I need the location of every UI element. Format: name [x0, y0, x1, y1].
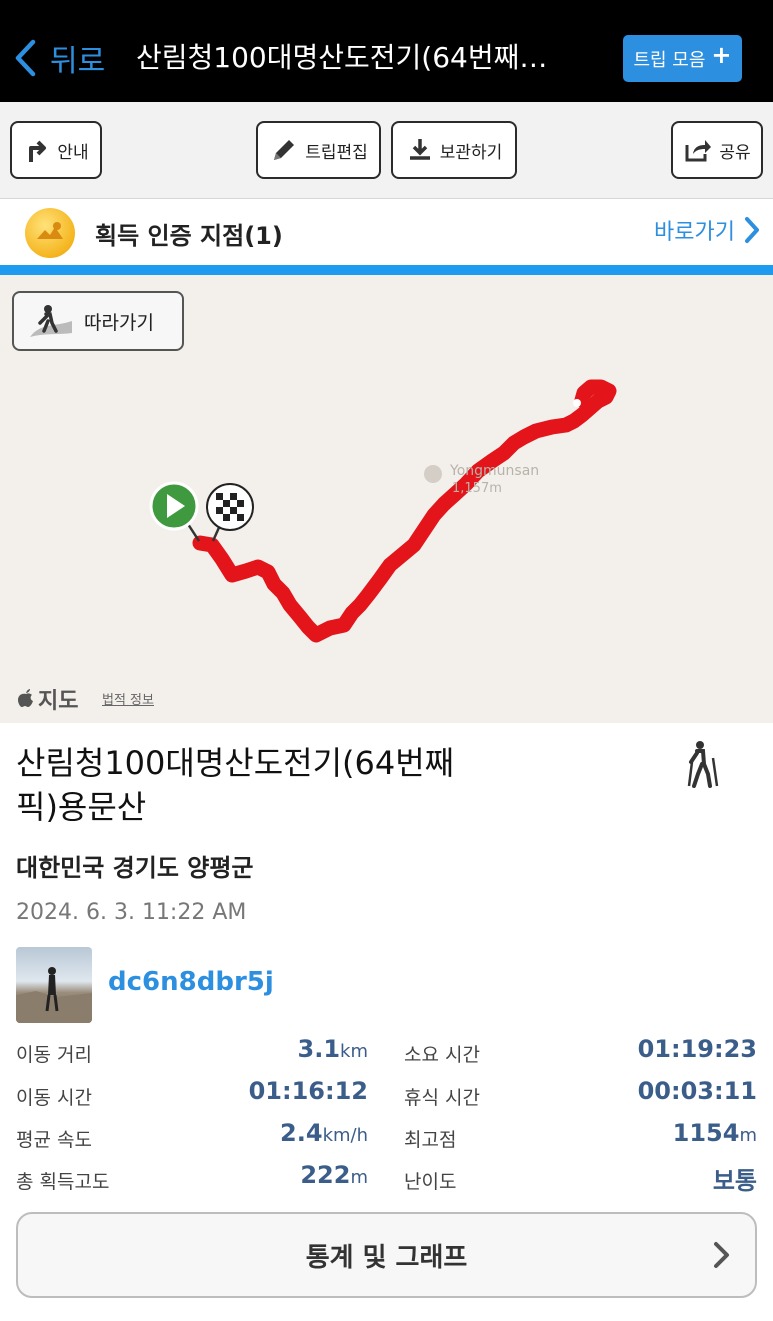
- distance-label: 이동 거리: [16, 1044, 92, 1066]
- elevation-gain-label: 총 획득고도: [16, 1171, 110, 1193]
- trip-collection-label: 트립 모음: [633, 49, 706, 71]
- finish-flag-pin-icon: [206, 483, 254, 542]
- guide-button[interactable]: 안내: [10, 121, 102, 179]
- max-altitude-number: 1154: [672, 1119, 740, 1147]
- back-button[interactable]: 뒤로: [14, 36, 105, 80]
- follow-label: 따라가기: [84, 311, 154, 334]
- chevron-right-icon: [714, 1242, 729, 1268]
- elevation-gain-unit: m: [350, 1167, 368, 1188]
- total-time-label: 소요 시간: [404, 1044, 480, 1066]
- action-toolbar: 안내 트립편집 보관하기 공유: [0, 102, 773, 199]
- poi-name: Yongmunsan: [450, 463, 540, 479]
- certification-title: 획득 인증 지점(1): [95, 222, 283, 250]
- map-poi: Yongmunsan 1,157m: [424, 463, 539, 496]
- go-to-label: 바로가기: [654, 220, 735, 245]
- rest-time-label: 휴식 시간: [404, 1087, 480, 1109]
- distance-unit: km: [340, 1041, 368, 1062]
- guide-label: 안내: [57, 142, 89, 163]
- distance-number: 3.1: [297, 1035, 341, 1063]
- elevation-gain-value: 222m: [200, 1161, 368, 1189]
- avg-speed-value: 2.4km/h: [200, 1119, 368, 1147]
- trip-collection-button[interactable]: 트립 모음 +: [623, 35, 742, 82]
- nav-title: 산림청100대명산도전기(64번째…: [136, 41, 548, 74]
- elevation-gain-number: 222: [300, 1161, 351, 1189]
- pencil-icon: [274, 140, 295, 160]
- hiker-icon: [30, 305, 72, 337]
- certification-bar[interactable]: 획득 인증 지점(1) 바로가기: [0, 200, 773, 266]
- end-point-dot: [573, 399, 581, 407]
- save-button[interactable]: 보관하기: [391, 121, 517, 179]
- trip-title: 산림청100대명산도전기(64번째픽)용문산: [16, 744, 455, 826]
- max-altitude-unit: m: [739, 1125, 757, 1146]
- apple-logo-icon: [18, 689, 33, 707]
- username-link[interactable]: dc6n8dbr5j: [108, 967, 274, 997]
- difficulty-label: 난이도: [404, 1171, 457, 1193]
- chevron-left-icon: [15, 39, 36, 77]
- maps-brand: 지도: [38, 689, 79, 714]
- moving-time-value: 01:16:12: [248, 1077, 368, 1105]
- trip-date: 2024. 6. 3. 11:22 AM: [16, 900, 247, 925]
- rest-time-value: 00:03:11: [637, 1077, 757, 1105]
- avg-speed-unit: km/h: [322, 1125, 368, 1146]
- avg-speed-number: 2.4: [280, 1119, 323, 1147]
- start-pin-icon: [149, 481, 201, 542]
- download-icon: [409, 139, 430, 160]
- poi-elevation: 1,157m: [452, 481, 502, 496]
- avatar[interactable]: [16, 947, 92, 1023]
- edit-trip-label: 트립편집: [305, 142, 368, 163]
- legal-info-link[interactable]: 법적 정보: [102, 689, 154, 708]
- plus-icon: +: [711, 40, 732, 69]
- total-time-value: 01:19:23: [637, 1035, 757, 1063]
- trip-region: 대한민국 경기도 양평군: [16, 854, 254, 882]
- save-label: 보관하기: [439, 142, 503, 163]
- share-icon: [685, 140, 712, 162]
- go-to-link[interactable]: 바로가기: [654, 214, 761, 246]
- share-button[interactable]: 공유: [671, 121, 763, 179]
- edit-trip-button[interactable]: 트립편집: [256, 121, 381, 179]
- stats-graph-label: 통계 및 그래프: [305, 1242, 468, 1273]
- avg-speed-label: 평균 속도: [16, 1129, 92, 1151]
- follow-button[interactable]: 따라가기: [12, 291, 184, 351]
- turn-arrow-icon: [29, 140, 47, 162]
- maps-attribution: 지도: [18, 683, 78, 715]
- moving-time-label: 이동 시간: [16, 1087, 92, 1109]
- top-nav-bar: 뒤로 산림청100대명산도전기(64번째… 트립 모음 +: [0, 0, 773, 102]
- share-label: 공유: [719, 142, 751, 163]
- max-altitude-label: 최고점: [404, 1129, 457, 1151]
- distance-value: 3.1km: [200, 1035, 368, 1063]
- chevron-right-icon: [745, 217, 759, 243]
- route-track: [192, 379, 617, 643]
- section-divider: [0, 265, 773, 275]
- route-map[interactable]: 따라가기 Yongmunsan 1,157m 지도 법적 정보: [0, 275, 773, 723]
- hiking-activity-icon: [687, 741, 719, 788]
- stats-graph-button[interactable]: 통계 및 그래프: [16, 1212, 757, 1298]
- max-altitude-value: 1154m: [560, 1119, 757, 1147]
- mountain-poi-icon: [424, 465, 442, 483]
- back-label: 뒤로: [50, 44, 106, 79]
- difficulty-value: 보통: [712, 1167, 757, 1195]
- certification-badge-icon: [25, 208, 75, 258]
